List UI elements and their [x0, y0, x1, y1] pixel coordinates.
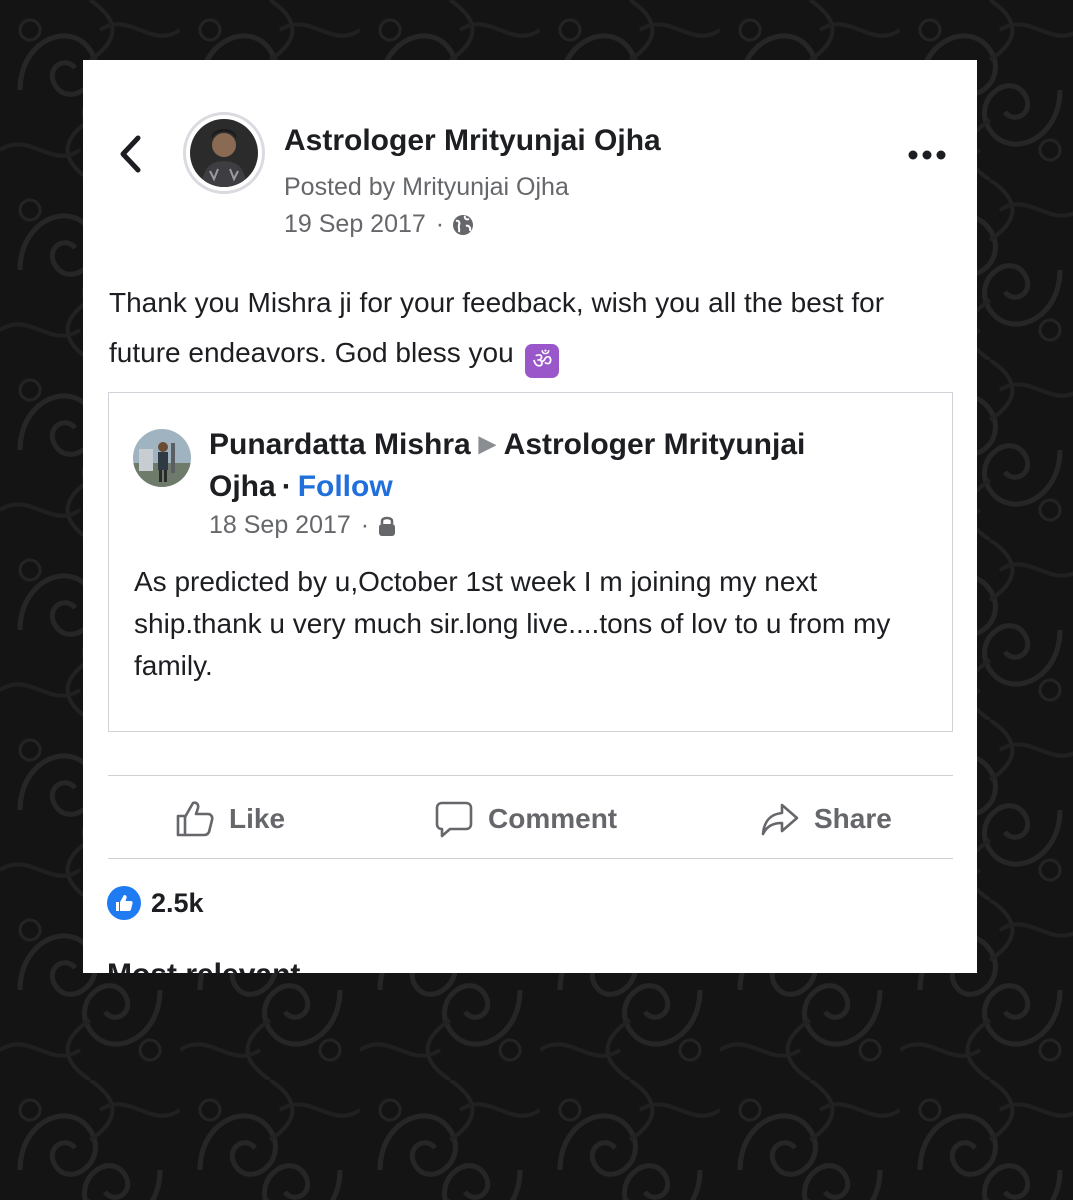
share-label: Share [814, 803, 892, 834]
page-avatar[interactable] [183, 112, 265, 194]
shared-meta-separator: · [360, 511, 370, 539]
chevron-left-icon [120, 135, 141, 173]
post-text: Thank you Mishra ji for your feedback, w… [109, 278, 929, 378]
more-options-button[interactable] [905, 144, 949, 166]
lock-icon [379, 516, 396, 536]
follow-button[interactable]: Follow [298, 470, 393, 503]
comment-bubble-icon [435, 801, 473, 838]
post-date[interactable]: 19 Sep 2017 [284, 210, 426, 239]
meta-separator: · [435, 210, 445, 238]
share-button[interactable]: Share [760, 795, 892, 843]
divider-top [108, 775, 953, 776]
most-relevant-heading[interactable]: Most relevant [107, 958, 300, 973]
shared-meta: 18 Sep 2017 · [209, 511, 398, 540]
comment-button[interactable]: Comment [434, 795, 617, 843]
post-meta: 19 Sep 2017 · [284, 210, 475, 239]
divider-bottom [108, 858, 953, 859]
post-body: Thank you Mishra ji for your feedback, w… [109, 287, 885, 368]
reactions-summary[interactable]: 2.5k [107, 886, 204, 920]
share-arrow-icon [761, 803, 799, 836]
comment-label: Comment [488, 803, 618, 834]
shared-header: Punardatta Mishra ▶ Astrologer Mrityunjai … [209, 423, 909, 508]
om-emoji: ॐ [525, 344, 560, 378]
thumbs-up-icon [107, 886, 141, 920]
posted-by: Posted by Mrityunjai Ojha [284, 173, 569, 201]
shared-author-avatar[interactable] [133, 429, 191, 487]
shared-post[interactable]: Punardatta Mishra ▶ Astrologer Mrityunjai … [108, 392, 953, 732]
post-card: Astrologer Mrityunjai Ojha Posted by Mri… [83, 60, 977, 973]
back-button[interactable] [111, 132, 151, 176]
header-separator: · [281, 470, 292, 503]
shared-date[interactable]: 18 Sep 2017 [209, 511, 351, 540]
arrow-right-icon: ▶ [478, 431, 496, 456]
shared-text: As predicted by u,October 1st week I m j… [134, 566, 891, 681]
like-button[interactable]: Like [175, 795, 285, 843]
reaction-count: 2.5k [151, 887, 204, 918]
more-dots-icon [908, 150, 946, 160]
like-label: Like [229, 803, 286, 834]
avatar-image [190, 119, 258, 187]
shared-author-name[interactable]: Punardatta Mishra [209, 428, 471, 461]
page-name[interactable]: Astrologer Mrityunjai Ojha [284, 124, 661, 158]
thumbs-up-outline-icon [176, 801, 214, 837]
globe-icon [453, 214, 474, 235]
